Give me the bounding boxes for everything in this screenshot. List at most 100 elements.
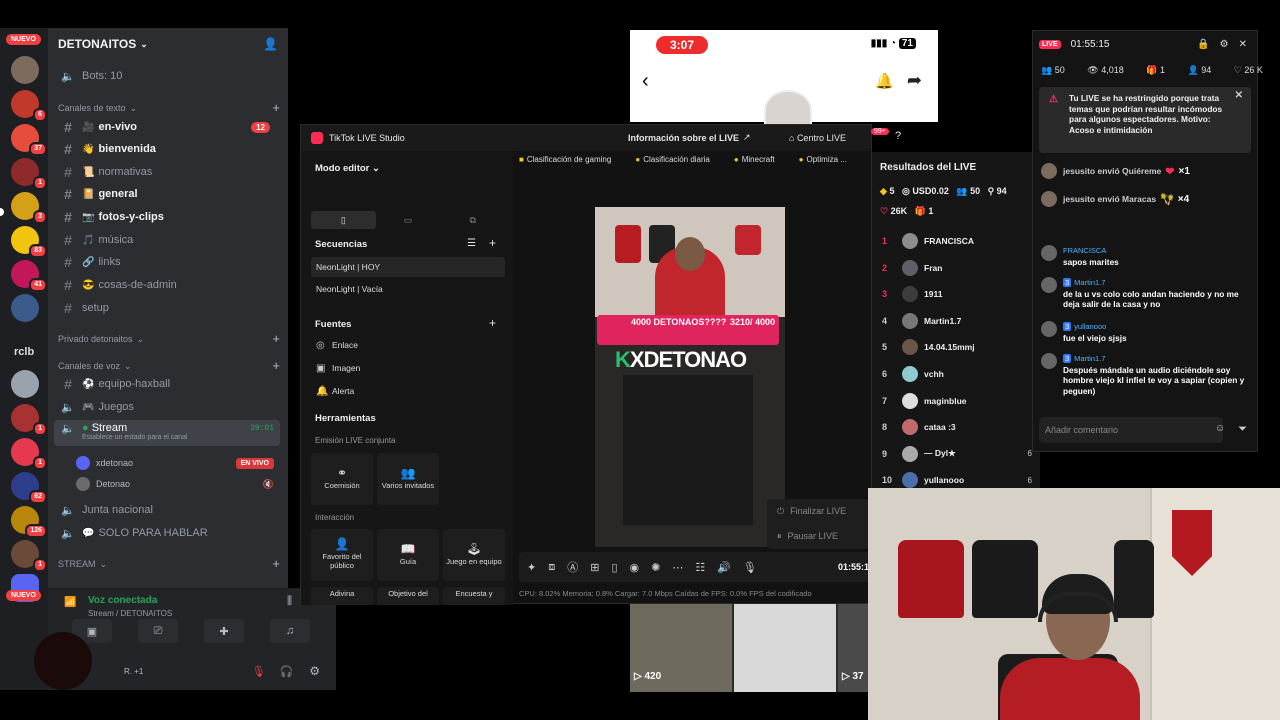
voice-channel-haxball[interactable]: # ⚽ equipo-haxball	[54, 374, 280, 394]
guess-tile[interactable]: Adivina	[311, 587, 373, 605]
pause-live-button[interactable]: ⏸ Pausar LIVE	[767, 524, 871, 549]
gear-icon[interactable]: ⚙	[1220, 39, 1239, 50]
screen-share-button[interactable]: ⎚	[138, 619, 178, 643]
emoji-icon[interactable]: ☺	[1215, 423, 1225, 434]
voice-user-xdetonao[interactable]: xdetonao EN VIVO	[76, 453, 280, 473]
bell-icon[interactable]: 🔔	[875, 72, 894, 90]
channel-en-vivo[interactable]: # 🎥 en-vivo 12	[54, 117, 280, 137]
settings-sliders-icon[interactable]: ☷	[695, 561, 705, 574]
magic-icon[interactable]: ✦	[527, 561, 536, 574]
guide-tile[interactable]: 📖 Guía	[377, 529, 439, 581]
add-channel-icon[interactable]: +	[272, 358, 280, 373]
ranking-row[interactable]: 8 cataa :3	[882, 416, 1042, 438]
close-icon[interactable]: ✕	[1235, 90, 1243, 102]
video-thumbnail[interactable]: ▷ 37	[838, 604, 868, 692]
live-preview[interactable]: 4000 DETONAOS???? 3210/ 4000 KXDETONAO	[595, 207, 785, 547]
chat-message[interactable]: FRANCISCA sapos marites	[1041, 245, 1253, 267]
channel-links[interactable]: # 🔗 links	[54, 252, 280, 272]
mic-icon[interactable]: 🎙	[743, 561, 757, 574]
share-icon[interactable]: ➦	[907, 70, 922, 91]
volume-icon[interactable]: 🔊	[717, 561, 731, 574]
channel-fotos-y-clips[interactable]: # 📷 fotos-y-clips	[54, 207, 280, 227]
poll-tile[interactable]: Encuesta y	[443, 587, 505, 605]
source-image[interactable]: ▣ Imagen	[311, 358, 505, 378]
server-icon[interactable]: 37	[11, 124, 47, 156]
activities-button[interactable]: ✚	[204, 619, 244, 643]
add-friend-icon[interactable]: 👤	[263, 37, 278, 51]
server-icon[interactable]: 62	[11, 472, 47, 504]
server-icon[interactable]	[11, 56, 39, 84]
voice-user-detonao[interactable]: Detonao 🔇	[76, 474, 280, 494]
ranking-row[interactable]: 3 1911	[882, 283, 1042, 305]
add-source-icon[interactable]: +	[489, 316, 496, 330]
deafen-icon[interactable]: 🎧	[280, 665, 294, 678]
add-channel-icon[interactable]: +	[272, 100, 280, 115]
server-icon[interactable]: 126	[11, 506, 47, 538]
sequence-item[interactable]: NeonLight | Vacía	[311, 279, 505, 299]
soundboard-button[interactable]: ♫	[270, 619, 310, 643]
back-arrow-icon[interactable]: ‹	[642, 70, 649, 93]
ranking-row[interactable]: 7 maginblue	[882, 390, 1042, 412]
end-live-button[interactable]: ⏻ Finalizar LIVE	[767, 499, 871, 524]
channel-normativas[interactable]: # 📜 normativas	[54, 162, 280, 182]
category-voice[interactable]: Canales de voz ⌄ +	[58, 358, 280, 373]
mute-mic-icon[interactable]: 🎙	[252, 665, 266, 678]
dual-icon[interactable]: ⧉	[440, 211, 505, 229]
record-icon[interactable]: ◉	[630, 561, 640, 574]
landscape-icon[interactable]: ▭	[376, 211, 441, 229]
ranking-row[interactable]: 4 Martin1.7	[882, 310, 1042, 332]
chip-gaming-ranking[interactable]: ■ Clasificación de gaming	[519, 155, 623, 171]
ranking-row[interactable]: 2 Fran	[882, 257, 1042, 279]
sequence-item[interactable]: NeonLight | HOY	[311, 257, 505, 277]
ranking-row[interactable]: 9— Dyl★ 6	[882, 443, 1042, 465]
more-icon[interactable]: ⋯	[672, 561, 683, 574]
voice-location[interactable]: Stream / DETONAITOS	[88, 609, 172, 618]
crop-icon[interactable]: ⧈	[548, 561, 555, 574]
category-private[interactable]: Privado detonaitos ⌄ +	[58, 331, 280, 346]
server-icon[interactable]: 1	[11, 404, 47, 436]
channel-setup[interactable]: # setup	[54, 298, 280, 318]
noise-suppression-icon[interactable]: ⫼	[287, 595, 292, 608]
server-icon[interactable]	[11, 294, 39, 322]
gear-icon[interactable]: ⚙	[309, 664, 320, 678]
filter-icon[interactable]: ⏷	[1238, 423, 1247, 436]
ai-icon[interactable]: Ⓐ	[567, 559, 578, 575]
server-icon[interactable]: 1	[11, 158, 47, 190]
chip-minecraft[interactable]: ● Minecraft	[734, 155, 787, 171]
channel-musica[interactable]: # 🎵 música	[54, 230, 280, 250]
chip-optimize[interactable]: ● Optimiza ...	[799, 155, 859, 171]
ranking-row[interactable]: 1 FRANCISCA	[882, 230, 1042, 252]
portrait-icon[interactable]: ▯	[311, 211, 376, 229]
mode-dropdown[interactable]: Modo editor ⌄	[315, 163, 380, 174]
help-icon[interactable]: ?	[895, 130, 901, 142]
share-icon[interactable]: ↗	[743, 132, 751, 143]
add-sequence-icon[interactable]: +	[489, 236, 496, 250]
chat-message[interactable]: 3 yullanooo fue el viejo sjsjs	[1041, 321, 1253, 343]
channel-cosas-de-admin[interactable]: # 😎 cosas-de-admin	[54, 275, 280, 295]
server-icon[interactable]: 3	[11, 192, 47, 224]
live-info-link[interactable]: Información sobre el LIVE	[628, 133, 739, 143]
co-host-tile[interactable]: ⚭ Coemisión	[311, 453, 373, 505]
multi-guest-tile[interactable]: 👥 Varios invitados	[377, 453, 439, 505]
source-alert[interactable]: 🔔 Alerta	[311, 381, 505, 401]
server-icon[interactable]	[11, 370, 39, 398]
close-icon[interactable]: ✕	[1239, 39, 1257, 50]
server-icon[interactable]: 41	[11, 260, 47, 292]
video-thumbnail[interactable]: ▷ 420	[630, 604, 732, 692]
layout-icon[interactable]: ⊞	[590, 561, 599, 574]
list-icon[interactable]: ☰	[467, 238, 476, 249]
channel-general[interactable]: # 📔 general	[54, 184, 280, 204]
ranking-row[interactable]: 6 vchh	[882, 363, 1042, 385]
chat-message[interactable]: 3 Martin1.7 Después mándale un audio dicié…	[1041, 353, 1253, 396]
channel-status[interactable]: Establece un estado para el canal	[82, 434, 187, 441]
server-label[interactable]: rclb	[14, 346, 34, 358]
video-thumbnail[interactable]	[734, 604, 836, 692]
orientation-toggle[interactable]: ▯ ▭ ⧉	[311, 211, 505, 229]
add-channel-icon[interactable]: +	[272, 556, 280, 571]
server-icon[interactable]: 83	[11, 226, 47, 258]
ranking-row[interactable]: 5 14.04.15mmj	[882, 336, 1042, 358]
live-center-link[interactable]: ⌂ Centro LIVE	[789, 133, 846, 143]
chip-daily-ranking[interactable]: ● Clasificación diaria	[635, 155, 722, 171]
notification-badge[interactable]: 99+	[871, 128, 889, 135]
team-game-tile[interactable]: 🕹 Juego en equipo	[443, 529, 505, 581]
